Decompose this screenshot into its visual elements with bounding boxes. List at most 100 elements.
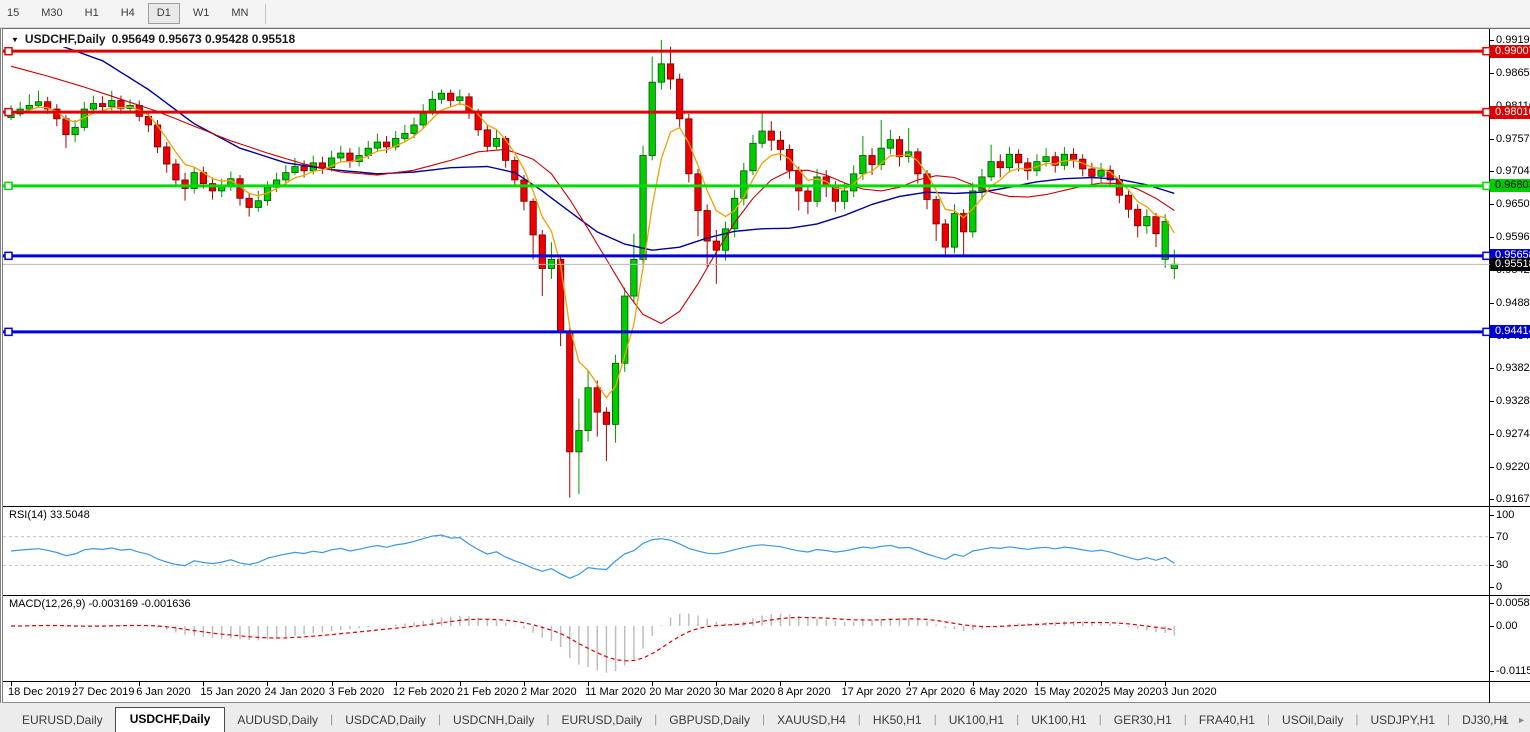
price-tick-label: 0.93820	[1496, 362, 1530, 374]
macd-tick-mark	[1490, 626, 1494, 627]
timeframe-button-MN[interactable]: MN	[222, 3, 257, 24]
macd-axis-label: 0.00	[1496, 620, 1517, 632]
macd-axis-label: -0.011514	[1496, 665, 1530, 677]
hline-handle[interactable]	[1483, 48, 1490, 55]
candlestick-chart[interactable]	[3, 29, 1490, 506]
date-label: 11 Mar 2020	[585, 686, 646, 698]
chart-tab-audusd-daily[interactable]: AUDUSD,Daily	[225, 710, 330, 732]
chart-tab-usdcnh-daily[interactable]: USDCNH,Daily	[441, 710, 546, 732]
price-tick-label: 0.92200	[1496, 461, 1530, 473]
price-tick-mark	[1490, 73, 1494, 74]
date-label: 15 Jan 2020	[200, 686, 261, 698]
price-axis[interactable]: 0.991900.986500.981100.975700.970450.965…	[1489, 29, 1530, 703]
timeframe-button-M30[interactable]: M30	[32, 3, 71, 24]
date-label: 3 Feb 2020	[329, 686, 385, 698]
hline-handle[interactable]	[5, 109, 12, 116]
hline-handle[interactable]	[5, 48, 12, 55]
chart-tab-fra40-h1[interactable]: FRA40,H1	[1187, 710, 1267, 732]
chart-tab-eurusd-daily[interactable]: EURUSD,Daily	[10, 710, 115, 732]
symbol-dropdown-icon[interactable]: ▼	[11, 35, 19, 43]
rsi-tick-mark	[1490, 565, 1494, 566]
ma-slow-line	[11, 38, 1174, 250]
timeframe-button-H4[interactable]: H4	[112, 3, 144, 24]
date-label: 6 May 2020	[970, 686, 1027, 698]
rsi-axis-label: 70	[1496, 531, 1508, 543]
hline-handle[interactable]	[5, 252, 12, 259]
rsi-plot[interactable]	[3, 507, 1490, 595]
hline-handle[interactable]	[5, 328, 12, 335]
date-label: 27 Apr 2020	[906, 686, 965, 698]
price-tick-mark	[1490, 237, 1494, 238]
price-line-label-0.94414: 0.94414	[1490, 325, 1530, 338]
rsi-axis-label: 100	[1496, 509, 1514, 521]
rsi-axis-label: 0	[1496, 581, 1502, 593]
timeframe-button-W1[interactable]: W1	[184, 3, 219, 24]
chart-tab-hk50-h1[interactable]: HK50,H1	[861, 710, 934, 732]
macd-tick-mark	[1490, 671, 1494, 672]
hline-handle[interactable]	[5, 182, 12, 189]
tab-scroll-left-icon[interactable]: ◄	[1498, 716, 1507, 725]
timeframe-toolbar: 15M30H1H4D1W1MN	[0, 0, 1530, 28]
timeframe-button-H1[interactable]: H1	[76, 3, 108, 24]
date-label: 15 May 2020	[1034, 686, 1098, 698]
macd-indicator-pane[interactable]: MACD(12,26,9) -0.003169 -0.001636	[3, 596, 1489, 682]
price-tick-mark	[1490, 40, 1494, 41]
tab-scroll-right-icon[interactable]: ►	[1517, 716, 1526, 725]
rsi-indicator-pane[interactable]: RSI(14) 33.5048	[3, 507, 1489, 596]
chart-tab-bar: EURUSD,DailyUSDCHF,DailyAUDUSD,Daily|USD…	[0, 703, 1530, 732]
price-line-label-0.95518: 0.95518	[1490, 258, 1530, 271]
price-tick-label: 0.91675	[1496, 493, 1530, 505]
date-label: 3 Jun 2020	[1162, 686, 1216, 698]
chart-tab-usoil-daily[interactable]: USOil,Daily	[1270, 710, 1355, 732]
rsi-label: RSI(14) 33.5048	[9, 509, 90, 521]
date-label: 18 Dec 2019	[8, 686, 70, 698]
price-tick-mark	[1490, 368, 1494, 369]
rsi-line	[11, 535, 1174, 578]
date-label: 25 May 2020	[1098, 686, 1162, 698]
hline-handle[interactable]	[1483, 182, 1490, 189]
mt4-window: 15M30H1H4D1W1MN ▼ USDCHF,Daily 0.95649 0…	[0, 0, 1530, 732]
chart-title: ▼ USDCHF,Daily 0.95649 0.95673 0.95428 0…	[9, 31, 299, 47]
rsi-tick-mark	[1490, 587, 1494, 588]
chart-tab-uk100-h1[interactable]: UK100,H1	[1019, 710, 1098, 732]
date-label: 24 Jan 2020	[264, 686, 325, 698]
price-tick-label: 0.97570	[1496, 133, 1530, 145]
date-label: 27 Dec 2019	[72, 686, 134, 698]
timeframe-button-D1[interactable]: D1	[148, 3, 180, 24]
chart-tab-ger30-h1[interactable]: GER30,H1	[1102, 710, 1184, 732]
rsi-tick-mark	[1490, 515, 1494, 516]
date-label: 12 Feb 2020	[393, 686, 455, 698]
price-line-label-0.96803: 0.96803	[1490, 179, 1530, 192]
chart-symbol-label: USDCHF,Daily	[25, 32, 106, 46]
toolbar-divider	[265, 4, 266, 24]
chart-tab-xauusd-h4[interactable]: XAUUSD,H4	[765, 710, 858, 732]
price-tick-label: 0.94885	[1496, 297, 1530, 309]
price-tick-label: 0.95965	[1496, 231, 1530, 243]
date-label: 17 Apr 2020	[842, 686, 901, 698]
chart-tab-gbpusd-daily[interactable]: GBPUSD,Daily	[657, 710, 762, 732]
rsi-axis-label: 30	[1496, 559, 1508, 571]
macd-plot[interactable]	[3, 596, 1490, 681]
macd-signal-line	[11, 617, 1174, 660]
date-label: 8 Apr 2020	[777, 686, 830, 698]
price-chart-pane[interactable]: ▼ USDCHF,Daily 0.95649 0.95673 0.95428 0…	[3, 29, 1489, 507]
price-tick-label: 0.98650	[1496, 67, 1530, 79]
chart-tab-usdcad-daily[interactable]: USDCAD,Daily	[333, 710, 438, 732]
hline-handle[interactable]	[1483, 328, 1490, 335]
hline-handle[interactable]	[1483, 109, 1490, 116]
date-axis[interactable]: 18 Dec 201927 Dec 20196 Jan 202015 Jan 2…	[3, 682, 1489, 703]
hline-handle[interactable]	[1483, 252, 1490, 259]
chart-tab-uk100-h1[interactable]: UK100,H1	[937, 710, 1016, 732]
timeframe-button-15[interactable]: 15	[0, 3, 28, 24]
chart-tab-eurusd-daily[interactable]: EURUSD,Daily	[549, 710, 654, 732]
ma-fast-line	[11, 104, 1174, 398]
price-tick-label: 0.92740	[1496, 428, 1530, 440]
price-tick-mark	[1490, 171, 1494, 172]
chart-workspace: ▼ USDCHF,Daily 0.95649 0.95673 0.95428 0…	[0, 28, 1530, 703]
chart-tab-usdjpy-h1[interactable]: USDJPY,H1	[1359, 710, 1447, 732]
chart-tab-usdchf-daily[interactable]: USDCHF,Daily	[115, 707, 226, 732]
price-tick-mark	[1490, 434, 1494, 435]
price-tick-mark	[1490, 139, 1494, 140]
price-tick-label: 0.93280	[1496, 395, 1530, 407]
price-tick-mark	[1490, 401, 1494, 402]
